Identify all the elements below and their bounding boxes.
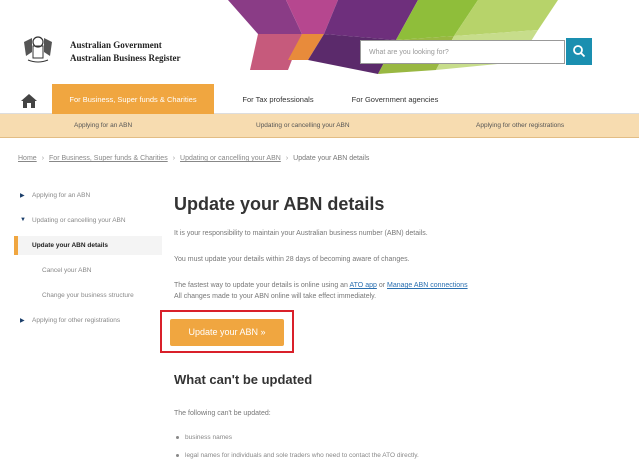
intro-paragraph: It is your responsibility to maintain yo… xyxy=(174,230,428,237)
section-intro: The following can't be updated: xyxy=(174,410,271,417)
sidebar-item-label: Update your ABN details xyxy=(32,242,108,249)
agency-name: Australian Business Register xyxy=(70,53,181,63)
sidebar-item-cancel-abn[interactable]: Cancel your ABN xyxy=(14,261,162,280)
tab-business[interactable]: For Business, Super funds & Charities xyxy=(52,84,214,114)
search-icon xyxy=(573,45,586,58)
immediate-effect-text: All changes made to your ABN online will… xyxy=(174,293,377,300)
coat-of-arms-icon xyxy=(24,36,52,63)
sidebar-item-label: Applying for other registrations xyxy=(32,317,121,324)
breadcrumb-separator: › xyxy=(172,155,176,162)
manage-abn-connections-link[interactable]: Manage ABN connections xyxy=(387,282,468,289)
sidebar-item-update-abn-details[interactable]: Update your ABN details xyxy=(14,236,162,255)
government-name: Australian Government xyxy=(70,40,162,50)
sidebar-item-label: Cancel your ABN xyxy=(42,267,92,274)
breadcrumb-separator: › xyxy=(41,155,45,162)
section-heading: What can't be updated xyxy=(174,372,313,387)
breadcrumb-home[interactable]: Home xyxy=(18,155,37,162)
subnav-applying-abn[interactable]: Applying for an ABN xyxy=(74,122,132,129)
chevron-right-icon: ▶ xyxy=(20,318,25,324)
bullet-dot xyxy=(176,453,179,457)
update-abn-button[interactable]: Update your ABN » xyxy=(170,319,284,346)
list-item-text: legal names for individuals and sole tra… xyxy=(185,452,419,459)
online-update-paragraph: The fastest way to update your details i… xyxy=(174,280,614,302)
search-button[interactable] xyxy=(566,38,592,65)
sidebar: ▶ Applying for an ABN ▼ Updating or canc… xyxy=(14,186,162,336)
list-item: legal names for individuals and sole tra… xyxy=(176,452,419,459)
page-title: Update your ABN details xyxy=(174,194,385,214)
breadcrumb-current: Update your ABN details xyxy=(293,155,370,162)
search-input[interactable]: What are you looking for? xyxy=(360,40,565,64)
sidebar-item-updating-abn[interactable]: ▼ Updating or cancelling your ABN xyxy=(14,211,162,230)
chevron-right-icon: ▶ xyxy=(20,193,25,199)
sidebar-item-label: Applying for an ABN xyxy=(32,192,91,199)
online-update-text: The fastest way to update your details i… xyxy=(174,282,348,289)
list-item: business names xyxy=(176,434,232,441)
conjunction-text: or xyxy=(378,282,386,289)
breadcrumb: Home › For Business, Super funds & Chariti… xyxy=(18,155,369,162)
subnav-updating-abn[interactable]: Updating or cancelling your ABN xyxy=(256,122,350,129)
list-item-text: business names xyxy=(185,434,232,441)
tab-tax-professionals[interactable]: For Tax professionals xyxy=(226,84,330,114)
bullet-dot xyxy=(176,435,179,439)
chevron-down-icon: ▼ xyxy=(20,217,26,223)
ato-app-link[interactable]: ATO app xyxy=(350,282,377,289)
sidebar-item-applying-abn[interactable]: ▶ Applying for an ABN xyxy=(14,186,162,205)
sidebar-item-other-registrations[interactable]: ▶ Applying for other registrations xyxy=(14,311,162,330)
site-header: Australian Government Australian Busines… xyxy=(0,0,639,82)
tab-government-agencies[interactable]: For Government agencies xyxy=(336,84,454,114)
sidebar-item-change-structure[interactable]: Change your business structure xyxy=(14,286,162,305)
deadline-paragraph: You must update your details within 28 d… xyxy=(174,256,410,263)
subnav-other-registrations[interactable]: Applying for other registrations xyxy=(476,122,564,129)
sidebar-item-label: Updating or cancelling your ABN xyxy=(32,217,126,224)
main-nav: For Business, Super funds & Charities Fo… xyxy=(0,84,639,114)
home-icon[interactable] xyxy=(18,92,40,110)
breadcrumb-business[interactable]: For Business, Super funds & Charities xyxy=(49,155,168,162)
sub-nav: Applying for an ABN Updating or cancelli… xyxy=(0,114,639,138)
breadcrumb-separator: › xyxy=(285,155,289,162)
breadcrumb-updating[interactable]: Updating or cancelling your ABN xyxy=(180,155,281,162)
sidebar-item-label: Change your business structure xyxy=(42,292,134,299)
